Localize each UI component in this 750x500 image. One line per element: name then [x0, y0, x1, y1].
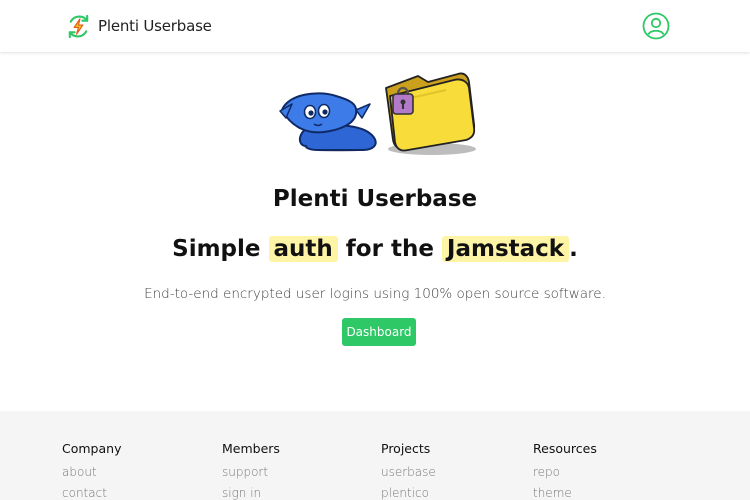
- footer-link-repo[interactable]: repo: [533, 462, 597, 483]
- tagline-highlight-jamstack: Jamstack: [441, 236, 570, 262]
- footer-link-about[interactable]: about: [62, 462, 121, 483]
- hero-subtitle: End-to-end encrypted user logins using 1…: [144, 286, 606, 302]
- hero-illustration: [279, 72, 476, 155]
- tagline-period: .: [569, 236, 578, 262]
- tagline-prefix: Simple: [172, 236, 269, 262]
- footer-column-projects: Projects userbase plentico: [381, 441, 436, 500]
- footer-link-plentico[interactable]: plentico: [381, 483, 436, 500]
- footer-link-support[interactable]: support: [222, 462, 280, 483]
- tagline-highlight-auth: auth: [268, 236, 338, 262]
- dashboard-button[interactable]: Dashboard: [342, 318, 416, 346]
- footer-column-members: Members support sign in: [222, 441, 280, 500]
- footer-column-resources: Resources repo theme: [533, 441, 597, 500]
- footer-link-userbase[interactable]: userbase: [381, 462, 436, 483]
- lightning-refresh-icon: [68, 14, 89, 38]
- site-footer: Company about contact Members support si…: [0, 411, 750, 500]
- footer-link-theme[interactable]: theme: [533, 483, 597, 500]
- footer-heading: Company: [62, 441, 122, 456]
- user-circle-icon[interactable]: [642, 12, 670, 40]
- tagline: Simple auth for the Jamstack.: [0, 236, 750, 262]
- footer-heading: Resources: [533, 441, 597, 456]
- footer-link-contact[interactable]: contact: [62, 483, 121, 500]
- footer-heading: Members: [222, 441, 280, 456]
- top-nav-bar: Plenti Userbase: [0, 0, 750, 52]
- footer-heading: Projects: [381, 441, 431, 456]
- locked-folder-icon: [385, 72, 476, 155]
- brand-name: Plenti Userbase: [98, 17, 212, 35]
- page-title: Plenti Userbase: [272, 186, 478, 212]
- tagline-middle: for the: [337, 236, 442, 262]
- footer-column-company: Company about contact: [62, 441, 121, 500]
- mascot-blob-icon: [279, 92, 377, 152]
- footer-link-sign-in[interactable]: sign in: [222, 483, 280, 500]
- brand-home-link[interactable]: Plenti Userbase: [65, 12, 212, 40]
